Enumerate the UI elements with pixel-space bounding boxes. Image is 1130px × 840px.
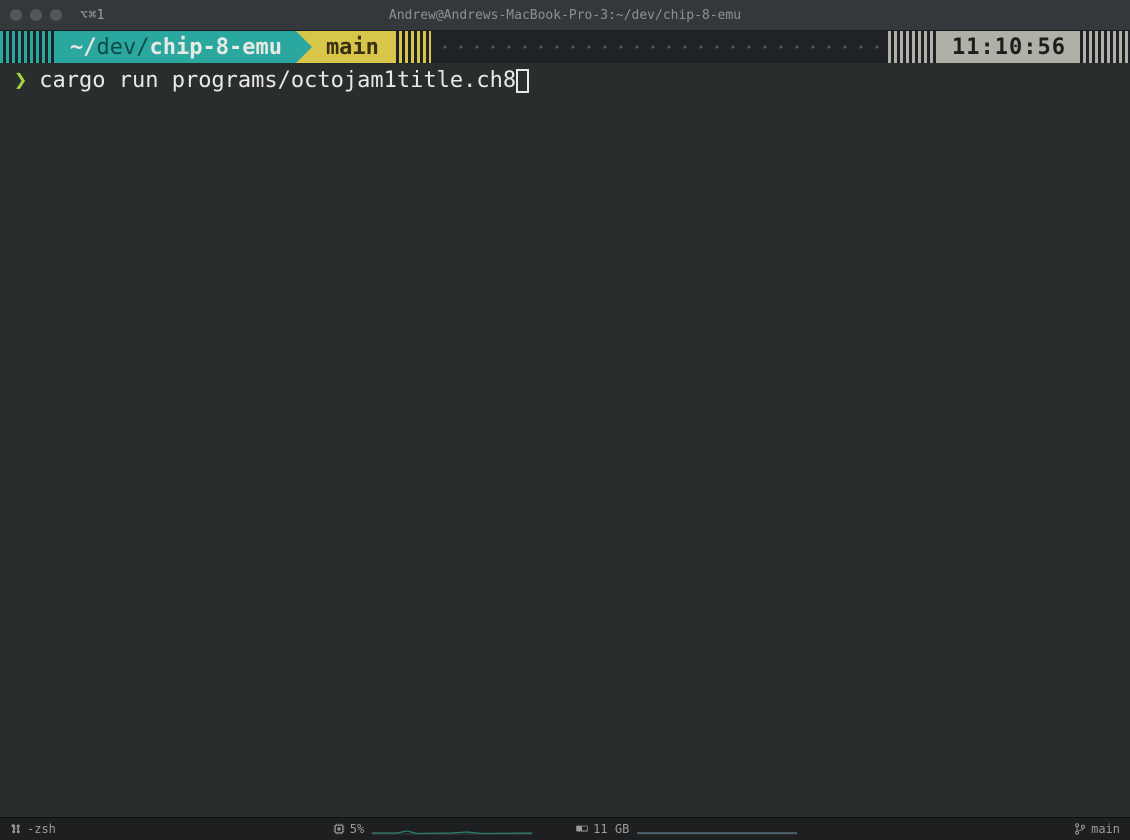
memory-value: 11 GB <box>593 822 629 836</box>
shell-name: -zsh <box>27 822 56 836</box>
dither-decoration-icon <box>888 31 938 63</box>
traffic-lights[interactable] <box>10 9 62 21</box>
memory-sparkline <box>637 823 797 835</box>
dither-decoration-icon <box>1080 31 1130 63</box>
bottom-status-bar: -zsh 5% 11 GB <box>0 817 1130 840</box>
terminal-output-area[interactable]: ❯ cargo run programs/octojam1title.ch8 <box>0 63 1130 817</box>
cpu-indicator: 5% <box>333 822 364 836</box>
clock-segment: 11:10:56 <box>938 31 1080 63</box>
git-branch-name: main <box>1091 822 1120 836</box>
close-icon[interactable] <box>10 9 22 21</box>
shell-status-line: ~/dev/chip-8-emu main 11:10:56 <box>0 31 1130 63</box>
memory-icon <box>576 823 588 835</box>
cursor-icon <box>516 69 529 93</box>
path-prefix: ~/ <box>70 35 97 60</box>
window-title: Andrew@Andrews-MacBook-Pro-3:~/dev/chip-… <box>0 8 1130 23</box>
fullscreen-icon[interactable] <box>50 9 62 21</box>
shell-indicator: -zsh <box>10 822 56 836</box>
git-branch-indicator[interactable]: main <box>1074 822 1120 836</box>
branch-icon <box>10 823 22 835</box>
clock-time: 11:10:56 <box>952 35 1066 60</box>
window-titlebar: ⌥⌘1 Andrew@Andrews-MacBook-Pro-3:~/dev/c… <box>0 0 1130 31</box>
tab-shortcut: ⌥⌘1 <box>80 8 105 23</box>
branch-segment: main <box>312 31 393 63</box>
prompt-line: ❯ cargo run programs/octojam1title.ch8 <box>14 67 1116 95</box>
sparkline-icon <box>372 823 532 835</box>
powerline-arrow-icon <box>296 31 312 63</box>
memory-indicator: 11 GB <box>576 822 629 836</box>
command-text[interactable]: cargo run programs/octojam1title.ch8 <box>39 67 516 95</box>
cpu-icon <box>333 823 345 835</box>
sparkline-icon <box>637 823 797 835</box>
git-branch-icon <box>1074 823 1086 835</box>
cpu-percent: 5% <box>350 822 364 836</box>
dither-decoration-icon <box>0 31 56 63</box>
branch-name: main <box>326 35 379 60</box>
path-dim: dev/ <box>97 35 150 60</box>
minimize-icon[interactable] <box>30 9 42 21</box>
cpu-sparkline <box>372 823 532 835</box>
prompt-symbol: ❯ <box>14 67 27 95</box>
dither-decoration-icon <box>393 31 431 63</box>
path-bold: chip-8-emu <box>149 35 281 60</box>
path-segment: ~/dev/chip-8-emu <box>56 31 296 63</box>
separator-dots-icon <box>431 31 888 63</box>
